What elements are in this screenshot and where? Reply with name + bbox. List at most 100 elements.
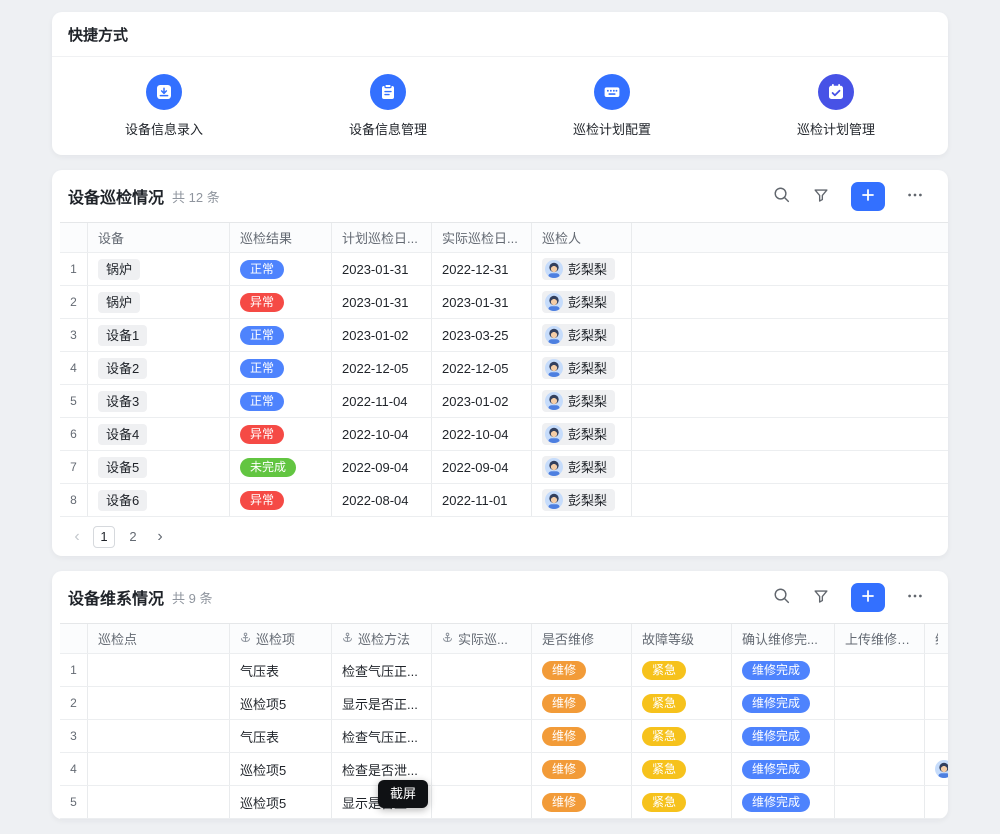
maintenance-cell[interactable] — [835, 687, 925, 719]
maintenance-cell[interactable] — [925, 786, 948, 818]
person-chip[interactable]: 彭梨梨 — [542, 456, 615, 478]
inspection-cell[interactable]: 锅炉 — [88, 286, 230, 318]
device-chip[interactable]: 设备5 — [98, 457, 147, 478]
maintenance-cell[interactable]: 维修完成 — [732, 654, 835, 686]
person-chip[interactable]: 彭梨梨 — [542, 390, 615, 412]
maintenance-row[interactable]: 1气压表检查气压正...维修紧急维修完成 — [60, 654, 948, 687]
inspection-cell[interactable]: 正常 — [230, 253, 332, 285]
inspection-column-header[interactable]: 设备 — [88, 223, 230, 252]
add-record-button[interactable] — [851, 182, 885, 211]
person-chip[interactable]: 彭梨梨 — [542, 291, 615, 313]
maintenance-cell[interactable]: 维修完成 — [732, 687, 835, 719]
maintenance-cell[interactable]: 维修 — [532, 786, 632, 818]
inspection-cell[interactable] — [632, 385, 948, 417]
inspection-cell[interactable]: 锅炉 — [88, 253, 230, 285]
more-button[interactable] — [906, 186, 924, 207]
device-chip[interactable]: 设备2 — [98, 358, 147, 379]
maintenance-column-header[interactable]: 故障等级 — [632, 624, 732, 653]
maintenance-cell[interactable]: 维修完成 — [732, 786, 835, 818]
inspection-cell[interactable] — [632, 319, 948, 351]
maintenance-cell[interactable] — [925, 687, 948, 719]
inspection-cell[interactable]: 正常 — [230, 385, 332, 417]
shortcut-item-1[interactable]: 设备信息录入 — [52, 74, 276, 138]
person-chip[interactable]: 彭梨梨 — [542, 258, 615, 280]
maintenance-row[interactable]: 2巡检项5显示是否正...维修紧急维修完成 — [60, 687, 948, 720]
inspection-cell[interactable]: 设备2 — [88, 352, 230, 384]
maintenance-column-header[interactable]: 实际巡... — [432, 624, 532, 653]
maintenance-cell[interactable] — [835, 720, 925, 752]
filter-button[interactable] — [812, 587, 830, 608]
inspection-cell[interactable]: 2022-12-31 — [432, 253, 532, 285]
inspection-column-header[interactable]: 巡检结果 — [230, 223, 332, 252]
maintenance-cell[interactable]: 维修 — [532, 753, 632, 785]
inspection-cell[interactable]: 彭梨梨 — [532, 484, 632, 516]
maintenance-cell[interactable]: 维修完成 — [732, 720, 835, 752]
device-chip[interactable]: 锅炉 — [98, 292, 140, 313]
inspection-row[interactable]: 2锅炉异常2023-01-312023-01-31彭梨梨 — [60, 286, 948, 319]
inspection-cell[interactable]: 彭梨梨 — [532, 286, 632, 318]
maintenance-cell[interactable] — [835, 753, 925, 785]
inspection-cell[interactable] — [632, 418, 948, 450]
inspection-column-header[interactable]: 计划巡检日... — [332, 223, 432, 252]
person-chip[interactable]: 彭梨梨 — [542, 423, 615, 445]
maintenance-cell[interactable]: 紧急 — [632, 753, 732, 785]
next-page-button[interactable]: › — [151, 529, 169, 545]
maintenance-cell[interactable] — [925, 720, 948, 752]
maintenance-cell[interactable]: 维修 — [532, 687, 632, 719]
inspection-cell[interactable]: 正常 — [230, 352, 332, 384]
inspection-row[interactable]: 4设备2正常2022-12-052022-12-05彭梨梨 — [60, 352, 948, 385]
inspection-row[interactable]: 6设备4异常2022-10-042022-10-04彭梨梨 — [60, 418, 948, 451]
inspection-cell[interactable]: 2023-01-02 — [432, 385, 532, 417]
inspection-cell[interactable]: 2022-10-04 — [332, 418, 432, 450]
maintenance-cell[interactable]: 巡检项5 — [230, 753, 332, 785]
maintenance-column-header[interactable]: 巡检项 — [230, 624, 332, 653]
inspection-cell[interactable]: 2023-01-02 — [332, 319, 432, 351]
maintenance-cell[interactable] — [432, 654, 532, 686]
maintenance-cell[interactable] — [835, 654, 925, 686]
filter-button[interactable] — [812, 186, 830, 207]
device-chip[interactable]: 设备6 — [98, 490, 147, 511]
inspection-cell[interactable]: 2023-03-25 — [432, 319, 532, 351]
inspection-cell[interactable]: 设备1 — [88, 319, 230, 351]
inspection-row[interactable]: 5设备3正常2022-11-042023-01-02彭梨梨 — [60, 385, 948, 418]
inspection-cell[interactable]: 设备6 — [88, 484, 230, 516]
maintenance-cell[interactable] — [432, 720, 532, 752]
maintenance-cell[interactable]: 维修完成 — [732, 753, 835, 785]
maintenance-cell[interactable]: 气压表 — [230, 720, 332, 752]
shortcut-item-4[interactable]: 巡检计划管理 — [724, 74, 948, 138]
maintenance-cell[interactable]: 紧急 — [632, 786, 732, 818]
maintenance-cell[interactable] — [88, 654, 230, 686]
inspection-cell[interactable]: 设备4 — [88, 418, 230, 450]
device-chip[interactable]: 设备3 — [98, 391, 147, 412]
device-chip[interactable]: 锅炉 — [98, 259, 140, 280]
maintenance-cell[interactable]: 气压表 — [230, 654, 332, 686]
inspection-cell[interactable]: 设备5 — [88, 451, 230, 483]
inspection-cell[interactable]: 2022-08-04 — [332, 484, 432, 516]
maintenance-column-header[interactable]: 确认维修完... — [732, 624, 835, 653]
maintenance-cell[interactable]: 显示是否正... — [332, 687, 432, 719]
maintenance-row[interactable]: 5巡检项5显示是否正...维修紧急维修完成 — [60, 786, 948, 819]
inspection-cell[interactable] — [632, 286, 948, 318]
inspection-column-header[interactable]: 巡检人 — [532, 223, 632, 252]
inspection-cell[interactable]: 彭梨梨 — [532, 418, 632, 450]
inspection-cell[interactable]: 彭梨梨 — [532, 253, 632, 285]
maintenance-cell[interactable]: 检查气压正... — [332, 720, 432, 752]
page-button-1[interactable]: 1 — [93, 526, 115, 548]
inspection-row[interactable]: 8设备6异常2022-08-042022-11-01彭梨梨 — [60, 484, 948, 517]
maintenance-cell[interactable] — [88, 687, 230, 719]
inspection-cell[interactable]: 2022-11-01 — [432, 484, 532, 516]
person-chip[interactable]: 彭梨梨 — [542, 357, 615, 379]
inspection-cell[interactable]: 彭梨梨 — [532, 352, 632, 384]
maintenance-cell[interactable] — [432, 786, 532, 818]
maintenance-cell[interactable]: 巡检项5 — [230, 687, 332, 719]
inspection-cell[interactable]: 异常 — [230, 484, 332, 516]
inspection-cell[interactable]: 2023-01-31 — [332, 286, 432, 318]
maintenance-cell[interactable] — [925, 753, 948, 785]
inspection-row[interactable]: 7设备5未完成2022-09-042022-09-04彭梨梨 — [60, 451, 948, 484]
inspection-column-header[interactable]: 实际巡检日... — [432, 223, 532, 252]
inspection-cell[interactable]: 设备3 — [88, 385, 230, 417]
shortcut-item-2[interactable]: 设备信息管理 — [276, 74, 500, 138]
inspection-cell[interactable]: 异常 — [230, 418, 332, 450]
inspection-cell[interactable]: 2023-01-31 — [332, 253, 432, 285]
inspection-cell[interactable]: 2022-10-04 — [432, 418, 532, 450]
